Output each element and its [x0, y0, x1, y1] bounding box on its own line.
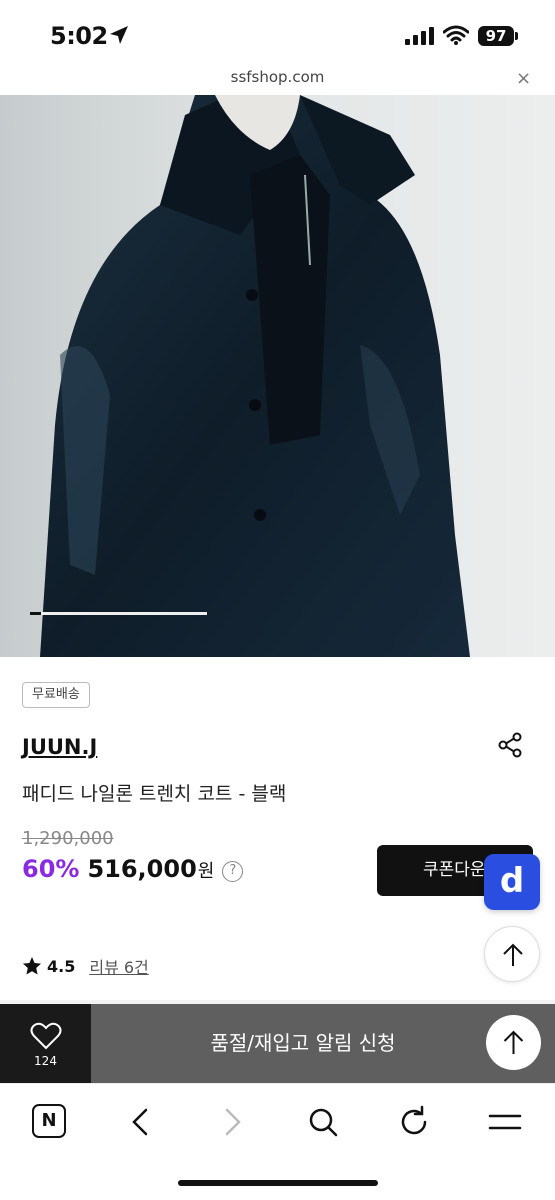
search-icon[interactable] — [305, 1104, 341, 1140]
original-price: 1,290,000 — [22, 828, 114, 849]
wifi-icon — [443, 25, 469, 45]
arrow-up-icon — [503, 1030, 524, 1054]
scroll-top-button[interactable] — [484, 926, 540, 982]
battery-tip — [515, 32, 518, 40]
arrow-up-icon — [503, 943, 523, 966]
brand-link[interactable]: JUUN.J — [22, 735, 97, 759]
product-name: 패디드 나일론 트렌치 코트 - 블랙 — [22, 783, 287, 805]
help-icon[interactable]: ? — [222, 860, 244, 882]
review-link[interactable]: 리뷰 6건 — [89, 954, 148, 978]
star-icon — [23, 957, 41, 975]
currency-unit: 원 — [197, 861, 215, 882]
product-photo-illustration — [0, 95, 555, 657]
heart-icon — [30, 1022, 62, 1050]
status-time: 5:02 — [50, 22, 108, 50]
status-bar: 5:02 97 — [0, 0, 555, 64]
home-indicator — [178, 1180, 378, 1186]
rating-value: 4.5 — [47, 956, 76, 976]
share-icon[interactable] — [496, 731, 524, 759]
url-text[interactable]: ssfshop.com — [0, 68, 555, 86]
wishlist-count: 124 — [34, 1054, 57, 1068]
image-slider-thumb[interactable] — [30, 612, 41, 615]
product-image[interactable] — [0, 95, 555, 657]
home-button[interactable]: N — [32, 1104, 66, 1138]
image-slider-track[interactable] — [30, 612, 207, 615]
reload-icon[interactable] — [396, 1104, 432, 1140]
location-arrow-icon — [110, 26, 128, 44]
signal-icon — [405, 27, 434, 45]
app-floating-button[interactable]: d — [484, 854, 540, 910]
scroll-top-button-2[interactable] — [486, 1015, 541, 1070]
sale-price: 516,000 — [87, 855, 197, 883]
battery-indicator: 97 — [478, 26, 514, 46]
menu-icon[interactable] — [487, 1104, 523, 1140]
discount-rate: 60% — [22, 855, 80, 883]
url-bar[interactable]: ssfshop.com × — [0, 64, 555, 94]
price-row: 60% 516,000 원 ? — [22, 855, 244, 887]
wishlist-button[interactable]: 124 — [0, 1004, 91, 1083]
rating-row: 4.5 리뷰 6건 — [22, 954, 149, 978]
free-shipping-badge: 무료배송 — [22, 682, 90, 708]
close-icon[interactable]: × — [516, 68, 531, 89]
back-icon[interactable] — [123, 1104, 159, 1140]
forward-icon[interactable] — [214, 1104, 250, 1140]
